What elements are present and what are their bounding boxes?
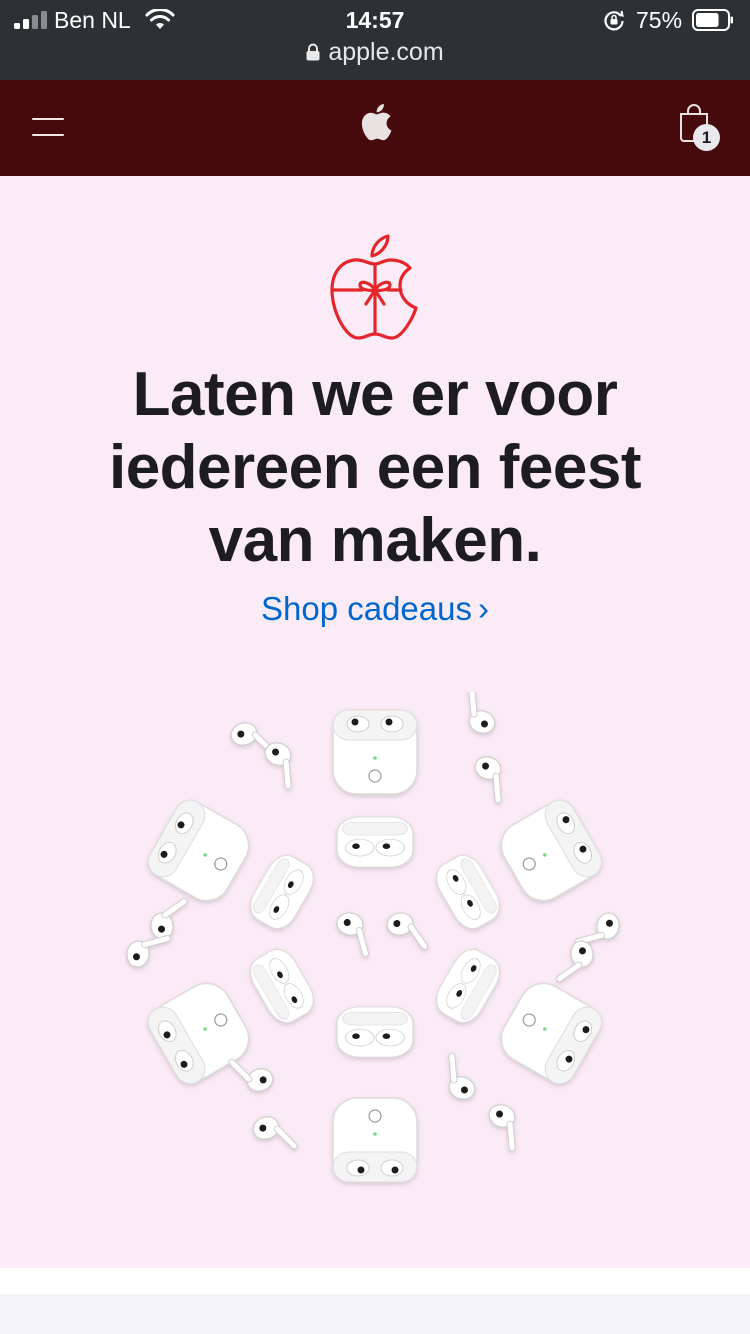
address-bar[interactable]: apple.com: [0, 38, 750, 67]
apple-logo-icon[interactable]: [359, 102, 393, 142]
headline-line-3: van maken.: [208, 506, 542, 575]
padlock-icon: [306, 43, 320, 61]
battery-percentage: 75%: [636, 7, 683, 33]
menu-icon[interactable]: [32, 118, 66, 138]
headline-line-2: iedereen een feest: [108, 433, 642, 502]
airpods-snowflake-image: [124, 692, 622, 1183]
gift-apple-icon: [330, 234, 418, 340]
url-text: apple.com: [328, 38, 444, 66]
rotation-lock-icon: [604, 10, 624, 31]
next-section-edge: [0, 1294, 750, 1334]
headline-line-1: Laten we er voor: [132, 360, 618, 429]
bag-count-badge[interactable]: 1: [693, 124, 720, 151]
hero-headline: Laten we er voor iedereen een feest van …: [0, 358, 750, 577]
chevron-right-icon: ›: [478, 590, 489, 627]
battery-icon: [692, 9, 733, 31]
hero-section: Laten we er voor iedereen een feest van …: [0, 176, 750, 1268]
global-nav: [0, 80, 750, 176]
shop-gifts-link[interactable]: Shop cadeaus ›: [0, 590, 750, 628]
shop-gifts-label: Shop cadeaus: [260, 590, 472, 627]
status-bar: Ben NL 14:57 75% apple.com: [0, 0, 750, 80]
